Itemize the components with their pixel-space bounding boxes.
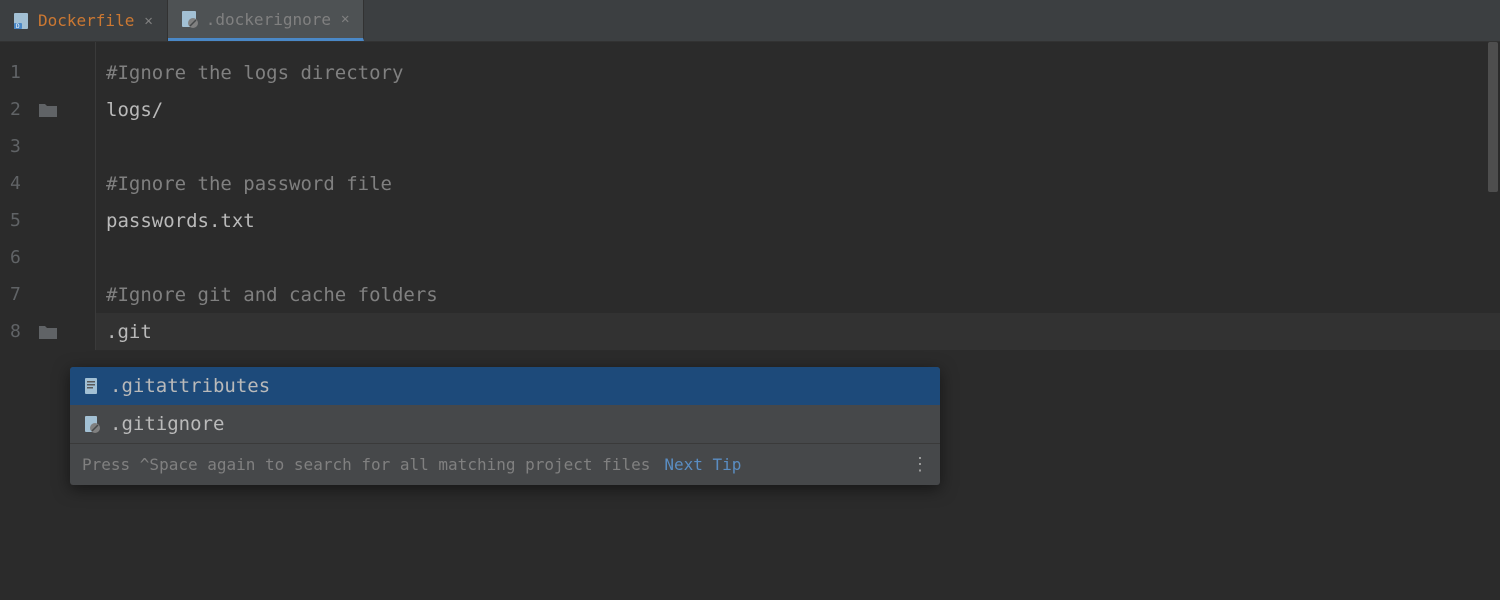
- tab-dockerignore[interactable]: .dockerignore ✕: [168, 0, 365, 41]
- line-number: 2: [10, 99, 28, 120]
- editor: 1 2 3 4 5 6 7 8 #Ignore the logs directo…: [0, 42, 1500, 350]
- completion-text: .gitattributes: [110, 375, 270, 397]
- line-number: 5: [10, 210, 28, 231]
- folder-icon: [38, 324, 58, 340]
- gutter: 1 2 3 4 5 6 7 8: [0, 42, 96, 350]
- gutter-row: 8: [0, 313, 95, 350]
- completion-popup: .gitattributes .gitignore Press ^Space a…: [70, 367, 940, 485]
- line-number: 8: [10, 321, 28, 342]
- completion-item-gitignore[interactable]: .gitignore: [70, 405, 940, 443]
- line-number: 1: [10, 62, 28, 83]
- code-line[interactable]: [96, 239, 1500, 276]
- more-icon[interactable]: ⋮: [911, 454, 928, 475]
- code-line[interactable]: logs/: [96, 91, 1500, 128]
- code-line-current[interactable]: .git: [96, 313, 1500, 350]
- scrollbar-track[interactable]: [1486, 42, 1500, 600]
- tab-label: .dockerignore: [206, 10, 331, 29]
- scrollbar-thumb[interactable]: [1488, 42, 1498, 192]
- line-number: 7: [10, 284, 28, 305]
- close-icon[interactable]: ✕: [142, 13, 154, 29]
- folder-icon: [38, 102, 58, 118]
- comment-text: #Ignore the logs directory: [106, 62, 403, 84]
- gutter-row: 5: [0, 202, 95, 239]
- dockerignore-file-icon: [180, 10, 198, 28]
- line-number: 3: [10, 136, 28, 157]
- code-area[interactable]: #Ignore the logs directory logs/ #Ignore…: [96, 42, 1500, 350]
- gutter-row: 3: [0, 128, 95, 165]
- code-line[interactable]: #Ignore the password file: [96, 165, 1500, 202]
- completion-item-gitattributes[interactable]: .gitattributes: [70, 367, 940, 405]
- comment-text: #Ignore the password file: [106, 173, 392, 195]
- completion-hint: Press ^Space again to search for all mat…: [82, 455, 650, 474]
- code-text: .git: [106, 321, 152, 343]
- completion-text: .gitignore: [110, 413, 224, 435]
- line-number: 6: [10, 247, 28, 268]
- gutter-row: 1: [0, 54, 95, 91]
- gutter-row: 7: [0, 276, 95, 313]
- comment-text: #Ignore git and cache folders: [106, 284, 438, 306]
- docker-file-icon: D: [12, 12, 30, 30]
- file-icon: [82, 377, 100, 395]
- tab-bar: D Dockerfile ✕ .dockerignore ✕: [0, 0, 1500, 42]
- code-line[interactable]: passwords.txt: [96, 202, 1500, 239]
- line-number: 4: [10, 173, 28, 194]
- file-ignore-icon: [82, 415, 100, 433]
- code-line[interactable]: #Ignore the logs directory: [96, 54, 1500, 91]
- code-line[interactable]: #Ignore git and cache folders: [96, 276, 1500, 313]
- code-text: passwords.txt: [106, 210, 255, 232]
- completion-footer: Press ^Space again to search for all mat…: [70, 443, 940, 485]
- next-tip-link[interactable]: Next Tip: [664, 455, 741, 474]
- tab-dockerfile[interactable]: D Dockerfile ✕: [0, 0, 168, 41]
- code-line[interactable]: [96, 128, 1500, 165]
- gutter-row: 6: [0, 239, 95, 276]
- tab-label: Dockerfile: [38, 11, 134, 30]
- svg-text:D: D: [16, 23, 20, 30]
- close-icon[interactable]: ✕: [339, 11, 351, 27]
- code-text: logs/: [106, 99, 163, 121]
- gutter-row: 2: [0, 91, 95, 128]
- gutter-row: 4: [0, 165, 95, 202]
